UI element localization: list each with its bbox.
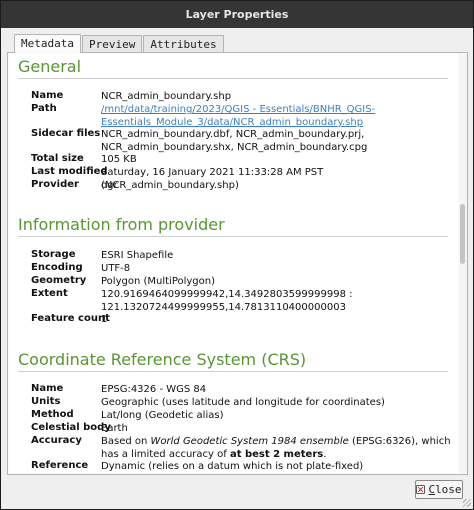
- crs-accuracy-value: Based on World Geodetic System 1984 ense…: [101, 435, 453, 461]
- crs-reference-label: Reference: [31, 460, 89, 471]
- accuracy-limit: at best 2 meters: [229, 449, 324, 460]
- general-path-link[interactable]: /mnt/data/training/2023/QGIS - Essential…: [101, 103, 453, 129]
- accuracy-ensemble: World Geodetic System 1984 ensemble: [150, 436, 349, 447]
- provider-encoding-value: UTF-8: [101, 263, 131, 274]
- crs-celestial-label: Celestial body: [31, 422, 111, 433]
- crs-method-value: Lat/long (Geodetic alias): [101, 410, 224, 421]
- metadata-content[interactable]: General Name NCR_admin_boundary.shp Path…: [9, 54, 458, 473]
- general-modified-label: Last modified: [31, 166, 108, 177]
- general-size-value: 105 KB: [101, 154, 137, 165]
- section-title-provider: Information from provider: [18, 215, 225, 234]
- crs-accuracy-label: Accuracy: [31, 435, 82, 446]
- general-sidecar-label: Sidecar files: [31, 128, 101, 139]
- section-divider: [18, 236, 448, 237]
- resize-grip[interactable]: [463, 499, 471, 507]
- section-divider: [18, 371, 448, 372]
- scrollbar-thumb[interactable]: [460, 204, 465, 264]
- crs-reference-value: Dynamic (relies on a datum which is not …: [101, 461, 364, 472]
- crs-units-value: Geographic (uses latitude and longitude …: [101, 397, 385, 408]
- crs-units-label: Units: [31, 396, 61, 407]
- crs-name-value: EPSG:4326 - WGS 84: [101, 384, 207, 395]
- metadata-panel: General Name NCR_admin_boundary.shp Path…: [7, 52, 468, 475]
- tab-attributes[interactable]: Attributes: [143, 35, 224, 53]
- general-path-label: Path: [31, 103, 57, 114]
- close-button-label: Close: [428, 483, 462, 496]
- general-name-label: Name: [31, 90, 64, 101]
- provider-storage-value: ESRI Shapefile: [101, 250, 174, 261]
- tab-metadata[interactable]: Metadata: [14, 34, 81, 53]
- general-name-value: NCR_admin_boundary.shp: [101, 91, 232, 102]
- section-title-crs: Coordinate Reference System (CRS): [18, 350, 307, 369]
- crs-celestial-value: Earth: [101, 423, 128, 434]
- vertical-scrollbar[interactable]: [459, 54, 467, 473]
- accuracy-suffix: .: [323, 449, 327, 460]
- close-button[interactable]: Close: [415, 480, 463, 499]
- provider-storage-label: Storage: [31, 249, 76, 260]
- provider-encoding-label: Encoding: [31, 262, 83, 273]
- provider-feature-count-value: 1: [101, 314, 108, 325]
- general-provider-label: Provider: [31, 179, 79, 190]
- accuracy-prefix: Based on: [101, 436, 151, 447]
- section-title-general: General: [18, 57, 82, 76]
- provider-extent-label: Extent: [31, 288, 68, 299]
- layer-properties-dialog: Layer Properties Metadata Preview Attrib…: [0, 0, 474, 510]
- tab-bar: Metadata Preview Attributes: [14, 34, 225, 53]
- crs-name-label: Name: [31, 383, 64, 394]
- title-bar: Layer Properties: [1, 1, 473, 28]
- provider-feature-count-label: Feature count: [31, 313, 110, 324]
- section-divider: [18, 78, 448, 79]
- general-sidecar-value: NCR_admin_boundary.dbf, NCR_admin_bounda…: [101, 129, 368, 153]
- general-size-label: Total size: [31, 153, 84, 164]
- crs-method-label: Method: [31, 409, 74, 420]
- window-title: Layer Properties: [185, 8, 289, 21]
- tab-preview[interactable]: Preview: [81, 35, 143, 53]
- close-icon: [416, 485, 426, 494]
- provider-geometry-label: Geometry: [31, 275, 87, 286]
- general-provider-value: ogr: [101, 180, 118, 191]
- provider-geometry-value: Polygon (MultiPolygon): [101, 276, 216, 287]
- provider-extent-value: 120.9169464099999942,14.3492803599999998…: [101, 289, 353, 313]
